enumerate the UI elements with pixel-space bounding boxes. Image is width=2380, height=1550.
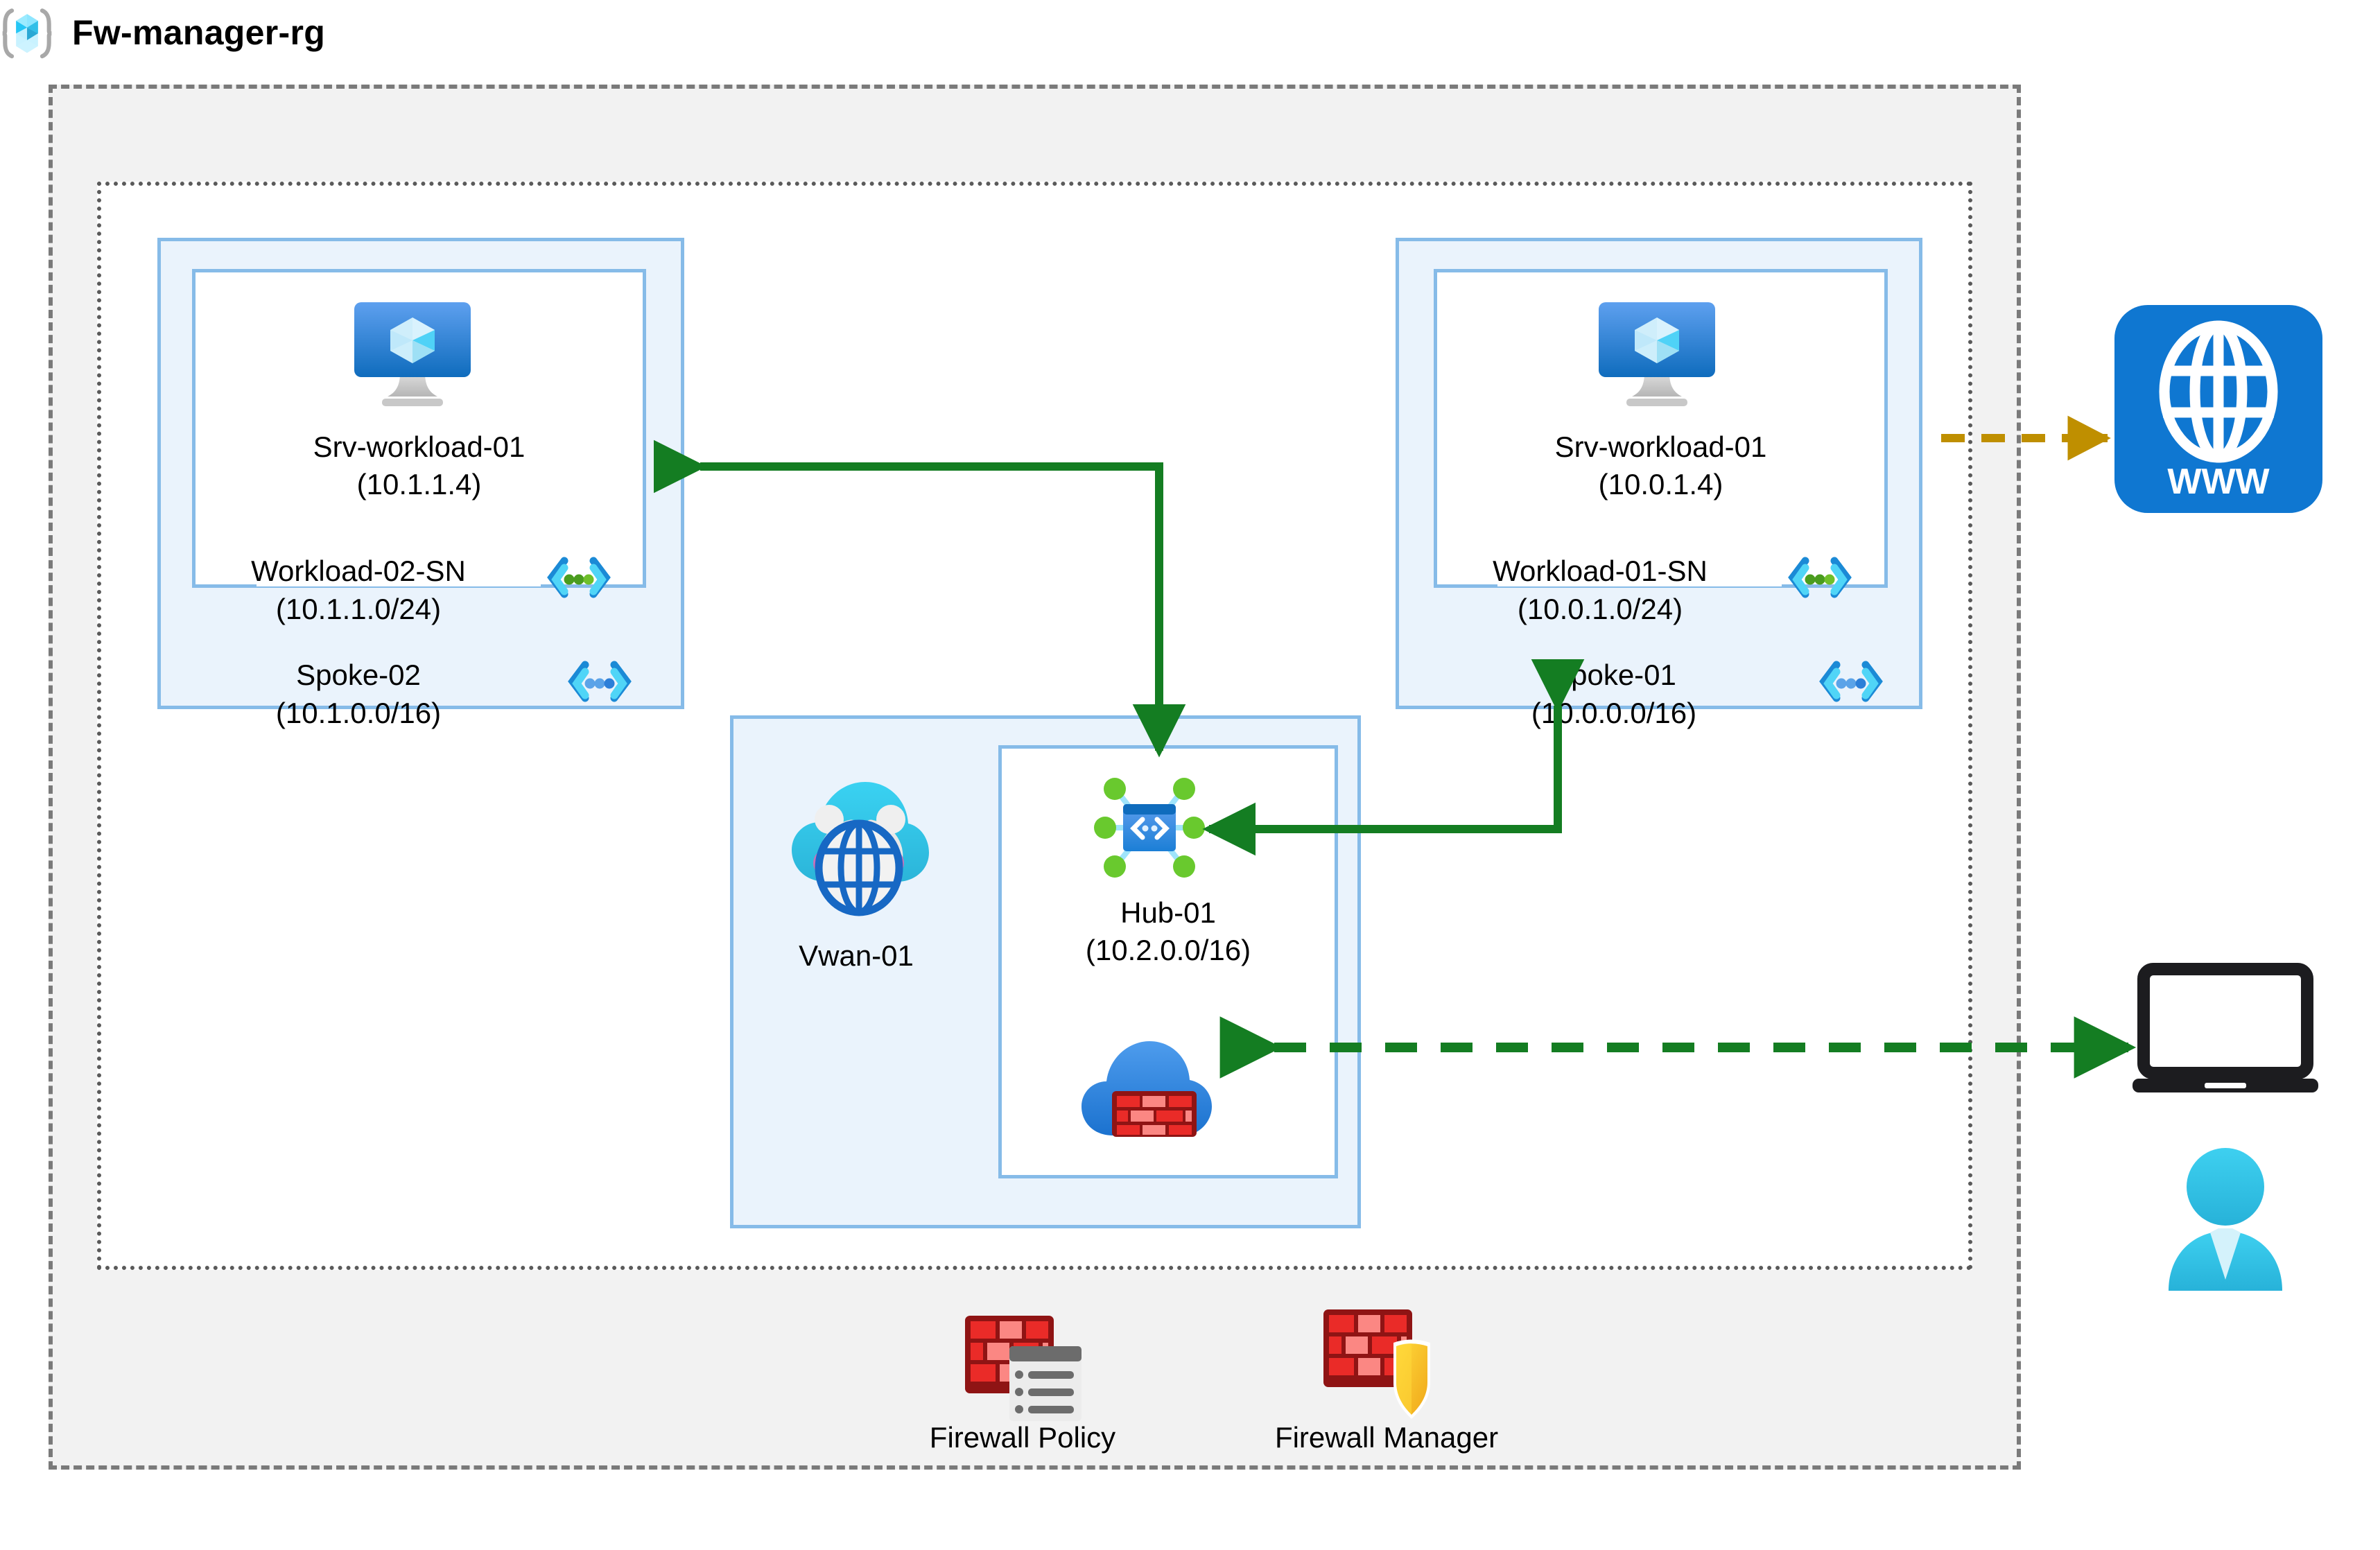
subnet-icon xyxy=(547,557,611,604)
laptop-icon xyxy=(2121,963,2329,1102)
vnet-cidr-spoke-01: (10.0.0.0/16) xyxy=(1531,697,1697,729)
vnet-name-spoke-02: Spoke-02 xyxy=(296,659,421,691)
user-icon xyxy=(2156,1144,2295,1296)
www-globe-icon[interactable]: WWW xyxy=(2114,305,2322,513)
vnet-name-spoke-01: Spoke-01 xyxy=(1552,659,1676,691)
resource-group-icon xyxy=(0,6,54,60)
vnet-cidr-spoke-02: (10.1.0.0/16) xyxy=(275,697,442,729)
firewall-policy-label: Firewall Policy xyxy=(929,1421,1116,1454)
virtual-wan-icon xyxy=(776,763,936,922)
firewall-manager-icon[interactable] xyxy=(1321,1307,1445,1425)
virtual-machine-icon xyxy=(1595,298,1719,419)
vm-label-spoke-02: Srv-workload-01 (10.1.1.4) xyxy=(313,430,525,500)
virtual-hub-icon xyxy=(1094,775,1205,880)
resource-group-header: Fw-manager-rg xyxy=(0,6,325,60)
subnet-icon xyxy=(1788,557,1852,604)
vwan-label: Vwan-01 xyxy=(799,939,914,972)
firewall-manager-label: Firewall Manager xyxy=(1274,1421,1499,1454)
hub-label: Hub-01 (10.2.0.0/16) xyxy=(1085,896,1251,966)
page-title: Fw-manager-rg xyxy=(72,13,326,52)
azure-firewall-icon xyxy=(1068,1012,1220,1151)
firewall-policy-icon[interactable] xyxy=(962,1310,1087,1425)
vm-label-spoke-01: Srv-workload-01 (10.0.1.4) xyxy=(1554,430,1767,500)
subnet-cidr-spoke-01: (10.0.1.0/24) xyxy=(1517,593,1683,625)
virtual-machine-icon xyxy=(350,298,475,419)
subnet-cidr-spoke-02: (10.1.1.0/24) xyxy=(275,593,442,625)
virtual-network-icon xyxy=(1819,661,1883,708)
subnet-name-spoke-02: Workload-02-SN xyxy=(251,555,466,587)
diagram-canvas: Fw-manager-rg Srv-workload-01 (10.1.1.4)… xyxy=(0,0,2380,1550)
www-label: WWW xyxy=(2167,462,2270,502)
virtual-network-icon xyxy=(568,661,632,708)
subnet-name-spoke-01: Workload-01-SN xyxy=(1493,555,1708,587)
